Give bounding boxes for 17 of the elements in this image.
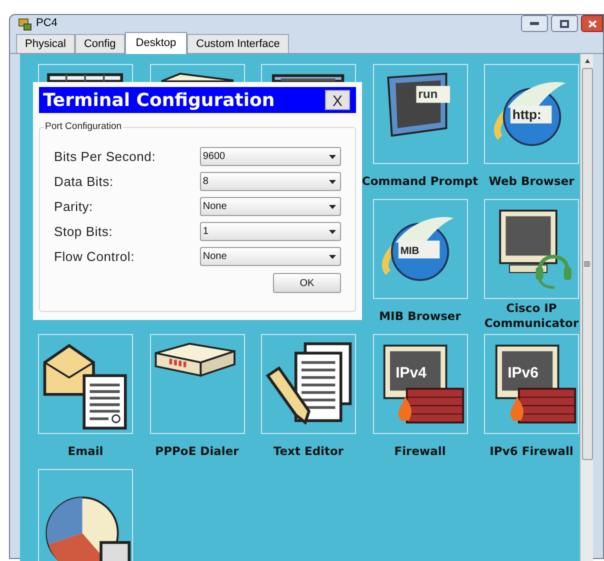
field-label: Flow Control:	[54, 248, 136, 266]
dropdown-value: None	[202, 200, 227, 214]
icon-caption: run	[418, 87, 438, 102]
window-title: PC4	[36, 16, 58, 32]
icon-caption: http:	[512, 106, 541, 122]
icon-caption: MIB	[400, 246, 420, 257]
dropdown-value: 1	[202, 225, 208, 239]
field-label: Bits Per Second:	[54, 148, 157, 166]
dropdown-value: 9600	[202, 150, 226, 164]
dialog-title: Terminal Configuration	[43, 88, 275, 112]
dropdown-value: 8	[202, 175, 208, 189]
dropdown-value: None	[202, 250, 227, 264]
field-label: Parity:	[54, 198, 94, 216]
icon-caption: IPv6	[507, 364, 538, 382]
field-label: Data Bits:	[54, 172, 114, 191]
icon-caption: IPv4	[396, 364, 426, 382]
field-label: Stop Bits:	[54, 222, 114, 241]
